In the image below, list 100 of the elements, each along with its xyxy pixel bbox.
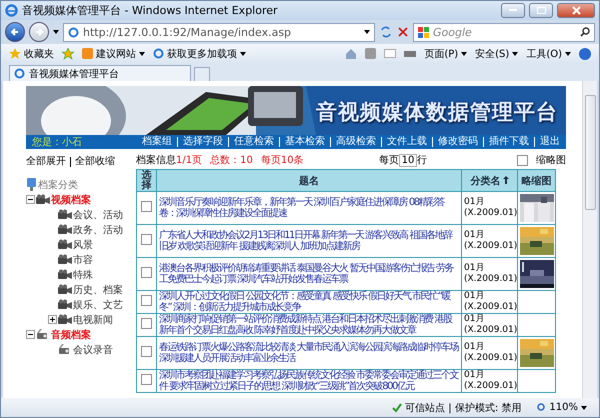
- video-camera-icon: [58, 284, 72, 295]
- tree-item[interactable]: 市容: [73, 252, 93, 266]
- category-name: 01月: [464, 230, 486, 241]
- browser-logo-icon: [153, 48, 164, 59]
- row-checkbox[interactable]: [141, 374, 152, 385]
- nav-link[interactable]: 基本检索: [279, 137, 325, 147]
- total-count: 总数：10: [210, 154, 253, 167]
- tree-control-link[interactable]: 全部收缩: [70, 157, 115, 167]
- forward-arrow-icon: [34, 27, 44, 37]
- stop-icon[interactable]: [397, 26, 409, 38]
- nav-link[interactable]: 任意检索: [228, 137, 274, 147]
- row-checkbox[interactable]: [141, 295, 152, 306]
- column-header[interactable]: 分类名: [462, 170, 518, 192]
- zoom-icon: [537, 403, 546, 412]
- print-icon[interactable]: [404, 48, 416, 59]
- per-page-label: 每页: [379, 154, 399, 167]
- tree-item[interactable]: 特殊: [73, 268, 93, 282]
- category-code: (X.2009.01): [464, 241, 515, 252]
- command-menu[interactable]: 页面(P): [424, 46, 468, 60]
- scrollbar[interactable]: [582, 81, 597, 398]
- mail-icon[interactable]: [384, 49, 396, 58]
- nav-link[interactable]: 插件下载: [483, 137, 529, 147]
- site-title: 音视频媒体数据管理平台: [316, 99, 558, 126]
- category-name: 01月: [464, 263, 486, 274]
- row-checkbox[interactable]: [141, 346, 152, 357]
- command-menu[interactable]: 工具(O): [526, 46, 571, 60]
- window-title: 音视频媒体管理平台 - Windows Internet Explorer: [22, 3, 279, 18]
- video-camera-icon: [58, 299, 72, 310]
- feed-icon[interactable]: [365, 48, 376, 59]
- nav-link[interactable]: 修改密码: [432, 137, 478, 147]
- nav-link[interactable]: 选择字段: [177, 137, 223, 147]
- row-checkbox[interactable]: [141, 267, 152, 278]
- collapse-icon[interactable]: [26, 195, 35, 204]
- zoom-button[interactable]: 110%: [537, 402, 587, 413]
- address-field[interactable]: http://127.0.0.1:92/Manage/index.asp: [63, 22, 375, 42]
- caret-icon: [240, 52, 246, 56]
- search-icon[interactable]: [580, 27, 590, 37]
- page-count: 1/1页: [176, 154, 202, 167]
- favorites-link[interactable]: 获取更多加载项: [153, 46, 246, 60]
- nav-link[interactable]: 档案组: [142, 137, 172, 147]
- close-button[interactable]: [557, 3, 595, 18]
- help-icon[interactable]: [579, 48, 591, 60]
- video-camera-icon: [58, 209, 72, 220]
- browser-logo-icon: [5, 4, 18, 17]
- back-arrow-icon: [10, 27, 20, 37]
- video-camera-icon: [58, 254, 72, 265]
- tree-control-link[interactable]: 全部展开: [26, 157, 66, 167]
- security-zone: 可信站点 | 保护模式: 禁用: [405, 402, 522, 414]
- category-name: 01月: [464, 342, 486, 353]
- category-code: (X.2009.01): [464, 353, 515, 364]
- video-camera-icon: [58, 269, 72, 280]
- category-name: 01月: [464, 197, 486, 208]
- caret-icon: [364, 30, 370, 34]
- tree-item[interactable]: 会议录音: [73, 342, 113, 356]
- video-camera-icon: [58, 314, 72, 325]
- checkmark-icon: [392, 402, 402, 412]
- tree-item[interactable]: 电视新闻: [73, 312, 113, 326]
- nav-link[interactable]: 退出: [534, 137, 560, 147]
- per-page-unit: 行: [417, 154, 427, 167]
- row-checkbox[interactable]: [141, 201, 152, 212]
- refresh-icon[interactable]: [379, 25, 393, 39]
- maximize-button[interactable]: [529, 3, 553, 18]
- per-page-field[interactable]: 10: [399, 154, 417, 166]
- back-button[interactable]: [5, 22, 25, 42]
- caret-icon: [581, 406, 587, 410]
- favorites-button[interactable]: 收藏夹: [9, 46, 54, 60]
- collapse-icon[interactable]: [26, 330, 35, 339]
- new-tab-button[interactable]: [194, 67, 210, 81]
- tree-item[interactable]: 音频档案: [51, 328, 91, 342]
- browser-tab[interactable]: 音视频媒体管理平台: [9, 65, 191, 81]
- category-code: (X.2009.01): [464, 302, 515, 313]
- tree-item[interactable]: 会议、活动: [73, 208, 123, 222]
- forward-button[interactable]: [29, 22, 49, 42]
- audio-recorder-icon: [58, 344, 72, 355]
- expand-icon[interactable]: [48, 315, 57, 324]
- page-icon: [68, 26, 79, 38]
- favorites-link[interactable]: 建议网站: [82, 46, 145, 60]
- tree-item[interactable]: 风景: [73, 238, 93, 252]
- video-camera-icon: [58, 224, 72, 235]
- tree-item[interactable]: 视频档案: [51, 192, 91, 206]
- add-favorite-icon[interactable]: [62, 48, 74, 60]
- tree-item[interactable]: 政务、活动: [73, 222, 123, 236]
- search-box[interactable]: Google: [413, 22, 595, 42]
- row-checkbox[interactable]: [141, 234, 152, 245]
- tree-item[interactable]: 历史、档案: [73, 282, 123, 296]
- tree-item[interactable]: 娱乐、文艺: [73, 298, 123, 312]
- nav-link[interactable]: 文件上载: [381, 137, 427, 147]
- command-menu[interactable]: 安全(S): [475, 46, 518, 60]
- sort-arrow-icon: [502, 176, 508, 184]
- minimize-button[interactable]: [501, 3, 525, 18]
- computer-icon: [26, 178, 37, 191]
- home-icon[interactable]: [345, 48, 358, 60]
- row-checkbox[interactable]: [141, 318, 152, 329]
- maximize-icon: [536, 7, 546, 14]
- per-page-note: 每页10条: [260, 154, 304, 167]
- tree-root: 档案分类: [38, 178, 78, 192]
- video-camera-icon: [58, 239, 72, 250]
- audio-recorder-icon: [36, 329, 50, 340]
- nav-link[interactable]: 高级检索: [330, 137, 376, 147]
- thumbnail-checkbox[interactable]: [517, 154, 528, 166]
